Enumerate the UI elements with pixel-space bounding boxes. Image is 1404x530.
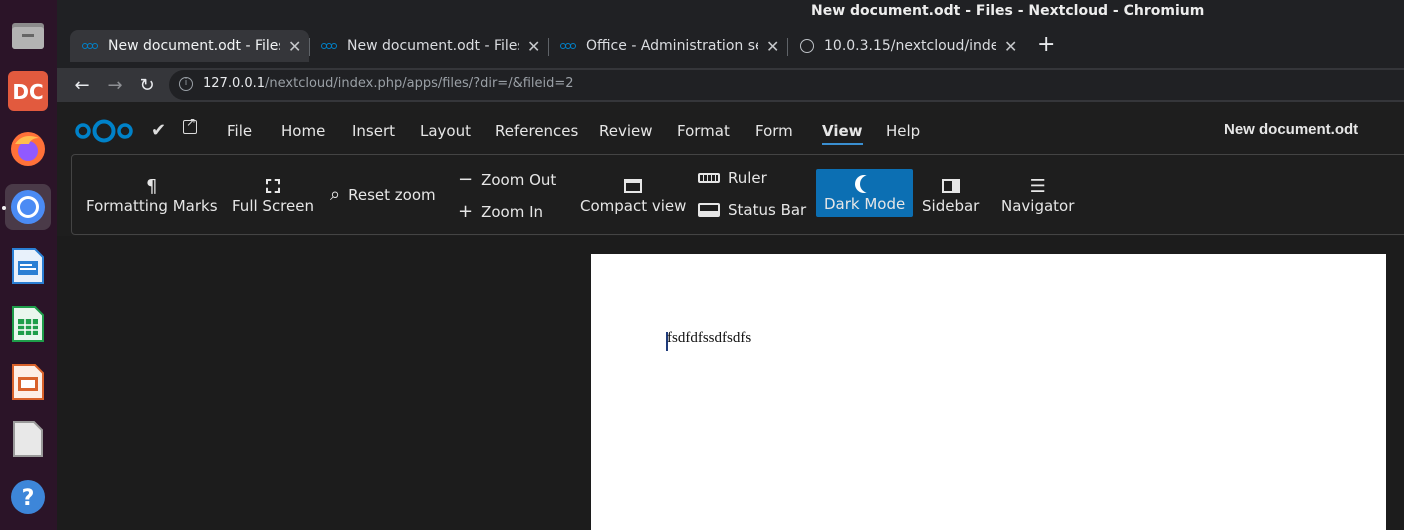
tab-title: New document.odt - Files - Nextcloud [347, 38, 519, 54]
menu-references[interactable]: References [495, 122, 578, 140]
url-path: /nextcloud/index.php/apps/files/?dir=/&f… [265, 76, 574, 91]
compact-view-icon [624, 175, 643, 197]
menu-format[interactable]: Format [677, 122, 730, 140]
open-in-new-icon[interactable] [183, 115, 197, 134]
formatting-marks-label: Formatting Marks [86, 197, 218, 215]
navigator-toggle[interactable]: ☰ Navigator [1001, 175, 1075, 216]
help-icon[interactable]: ? [5, 474, 51, 520]
tab-office-administration[interactable]: Office - Administration settings - Nextc… [548, 30, 787, 62]
close-icon[interactable]: ✕ [766, 37, 779, 56]
ruler-toggle[interactable]: Ruler [698, 169, 767, 187]
nextcloud-icon [82, 41, 98, 52]
saved-check-icon: ✔ [151, 120, 167, 141]
tab-new-document-2[interactable]: New document.odt - Files - Nextcloud ✕ [309, 30, 548, 62]
back-button[interactable]: ← [69, 73, 95, 97]
zoom-in-label: Zoom In [481, 202, 544, 221]
pilcrow-icon: ¶ [146, 175, 158, 197]
nextcloud-icon [321, 41, 337, 52]
menu-form[interactable]: Form [755, 122, 793, 140]
menu-file[interactable]: File [227, 122, 252, 140]
ruler-icon [698, 173, 720, 183]
status-bar-icon [698, 203, 720, 217]
svg-text:DC: DC [12, 80, 43, 104]
tab-title: New document.odt - Files - Nextcloud [108, 38, 280, 54]
minus-icon: − [458, 169, 474, 190]
full-screen-button[interactable]: Full Screen [232, 175, 314, 215]
impress-icon[interactable] [5, 359, 51, 405]
full-screen-label: Full Screen [232, 197, 314, 215]
close-icon[interactable]: ✕ [527, 37, 540, 56]
zoom-out-label: Zoom Out [481, 170, 557, 189]
compact-view-button[interactable]: Compact view [580, 175, 686, 215]
tab-new-document-1[interactable]: New document.odt - Files - Nextcloud ✕ [70, 30, 309, 62]
firefox-icon[interactable] [5, 126, 51, 172]
zoom-in-button[interactable]: + Zoom In [458, 201, 543, 222]
sidebar-icon [941, 175, 960, 197]
address-bar[interactable]: i 127.0.0.1/nextcloud/index.php/apps/fil… [169, 70, 1404, 100]
reload-button[interactable]: ↻ [134, 73, 160, 97]
tab-strip: New document.odt - Files - Nextcloud ✕ N… [57, 24, 1404, 68]
ruler-label: Ruler [728, 169, 767, 187]
url-host: 127.0.0.1 [203, 76, 266, 91]
magnifier-icon: ⌕ [330, 184, 341, 205]
screen: DC ? New document.odt - Files - Nextclou… [0, 0, 1404, 530]
view-ribbon: ¶ Formatting Marks Full Screen ⌕ Reset z… [71, 154, 1404, 235]
tab-nextcloud-ip[interactable]: 10.0.3.15/nextcloud/index.php ✕ [788, 30, 1027, 62]
navigator-label: Navigator [1001, 197, 1075, 215]
new-tab-button[interactable]: + [1037, 32, 1055, 57]
close-icon[interactable]: ✕ [288, 37, 301, 56]
nextcloud-icon [560, 41, 576, 52]
fullscreen-icon [266, 175, 280, 197]
menu-home[interactable]: Home [281, 122, 325, 140]
document-viewer-icon[interactable] [5, 416, 51, 462]
close-icon[interactable]: ✕ [1004, 37, 1017, 56]
ubuntu-dock: DC ? [0, 0, 57, 530]
window-titlebar: New document.odt - Files - Nextcloud - C… [57, 0, 1404, 24]
document-page[interactable]: fsdfdfssdfsdfs [591, 254, 1386, 530]
moon-icon [856, 173, 874, 195]
compact-view-label: Compact view [580, 197, 687, 215]
document-name[interactable]: New document.odt [1224, 121, 1358, 138]
dark-mode-button[interactable]: Dark Mode [816, 169, 914, 217]
dark-mode-label: Dark Mode [824, 195, 906, 213]
calc-icon[interactable] [5, 301, 51, 347]
status-bar-toggle[interactable]: Status Bar [698, 201, 806, 219]
menu-insert[interactable]: Insert [352, 122, 395, 140]
info-icon[interactable]: i [179, 77, 193, 91]
sidebar-label: Sidebar [922, 197, 980, 215]
writer-icon[interactable] [5, 243, 51, 289]
document-text[interactable]: fsdfdfssdfsdfs [667, 330, 751, 347]
reset-zoom-button[interactable]: ⌕ Reset zoom [330, 184, 436, 205]
globe-icon [800, 39, 814, 53]
url-text[interactable]: 127.0.0.1/nextcloud/index.php/apps/files… [203, 76, 574, 91]
menu-help[interactable]: Help [886, 122, 920, 140]
menu-layout[interactable]: Layout [420, 122, 471, 140]
tab-title: 10.0.3.15/nextcloud/index.php [824, 38, 996, 54]
svg-text:?: ? [22, 486, 35, 511]
dc-app-icon[interactable]: DC [5, 68, 51, 114]
status-bar-label: Status Bar [728, 201, 807, 219]
dock-active-indicator [2, 206, 6, 210]
forward-button[interactable]: → [102, 73, 128, 97]
menu-view[interactable]: View [822, 122, 863, 145]
chromium-icon[interactable] [5, 184, 51, 230]
tab-title: Office - Administration settings - Nextc… [586, 38, 758, 54]
office-menubar: ✔ File Home Insert Layout References Rev… [57, 102, 1404, 154]
sidebar-toggle[interactable]: Sidebar [922, 175, 979, 215]
window-title: New document.odt - Files - Nextcloud - C… [811, 3, 1205, 19]
reset-zoom-label: Reset zoom [348, 185, 436, 204]
menu-review[interactable]: Review [599, 122, 653, 140]
zoom-out-button[interactable]: − Zoom Out [458, 169, 556, 190]
document-canvas[interactable]: fsdfdfssdfsdfs [57, 236, 1404, 530]
files-app-icon[interactable] [5, 12, 51, 58]
navigation-bar: ← → ↻ i 127.0.0.1/nextcloud/index.php/ap… [57, 68, 1404, 102]
list-icon: ☰ [1029, 175, 1046, 197]
nextcloud-logo-icon[interactable] [75, 118, 133, 144]
plus-icon: + [458, 201, 474, 222]
formatting-marks-button[interactable]: ¶ Formatting Marks [86, 175, 218, 216]
